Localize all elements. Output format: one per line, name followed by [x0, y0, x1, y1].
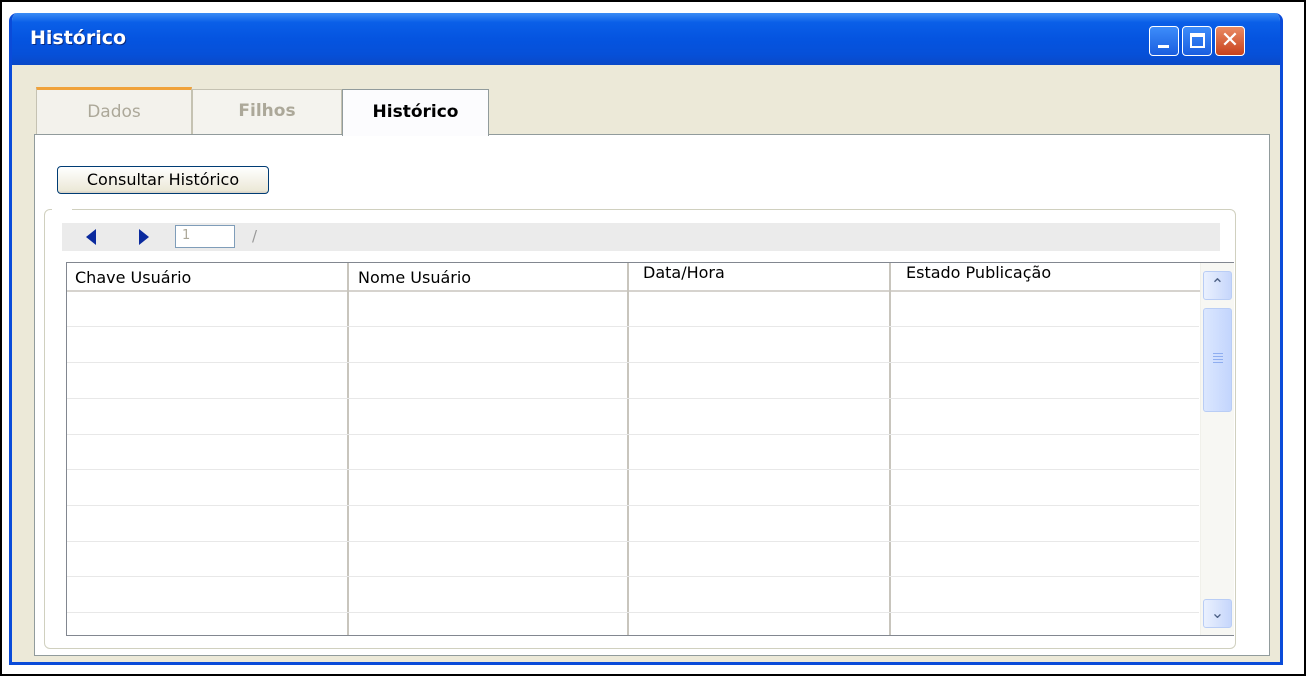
table-row — [67, 398, 1199, 399]
table-row — [67, 505, 1199, 506]
pager-toolbar — [62, 223, 1220, 251]
next-page-icon[interactable] — [139, 229, 149, 245]
chevron-down-icon: ⌄ — [1210, 603, 1225, 622]
maximize-button[interactable] — [1182, 26, 1212, 56]
table-row — [67, 612, 1199, 613]
column-header-estado-publicacao[interactable]: Estado Publicação — [891, 263, 1200, 292]
column-divider[interactable] — [347, 263, 349, 635]
table-row — [67, 541, 1199, 542]
tab-dados[interactable]: Dados — [36, 87, 192, 134]
tab-filhos[interactable]: Filhos — [192, 89, 342, 134]
maximize-icon — [1190, 33, 1205, 48]
column-divider[interactable] — [627, 263, 629, 635]
title-bar[interactable]: Histórico ✕ — [12, 13, 1280, 65]
window-title: Histórico — [30, 27, 127, 49]
vertical-scrollbar[interactable]: ⌃ ⌄ — [1200, 263, 1234, 635]
scrollbar-thumb[interactable] — [1203, 308, 1232, 412]
grip-icon — [1213, 353, 1223, 363]
history-table: Chave Usuário Nome Usuário Data/Hora Est… — [66, 262, 1234, 636]
page-separator: / — [252, 227, 258, 245]
table-row — [67, 434, 1199, 435]
table-row — [67, 576, 1199, 577]
minimize-button[interactable] — [1149, 26, 1179, 56]
consultar-historico-button[interactable]: Consultar Histórico — [57, 166, 269, 194]
table-row — [67, 326, 1199, 327]
previous-page-icon[interactable] — [86, 229, 96, 245]
column-divider[interactable] — [889, 263, 891, 635]
scroll-down-button[interactable]: ⌄ — [1203, 599, 1232, 628]
table-row — [67, 469, 1199, 470]
chevron-up-icon: ⌃ — [1210, 275, 1225, 294]
tab-historico[interactable]: Histórico — [342, 89, 489, 136]
close-button[interactable]: ✕ — [1215, 26, 1245, 56]
group-box-gap — [52, 205, 72, 213]
minimize-icon — [1158, 45, 1169, 48]
scroll-up-button[interactable]: ⌃ — [1203, 271, 1232, 300]
column-header-nome-usuario[interactable]: Nome Usuário — [349, 263, 627, 292]
page-number-input[interactable]: 1 — [175, 225, 235, 248]
column-header-data-hora[interactable]: Data/Hora — [629, 263, 889, 292]
close-icon: ✕ — [1220, 28, 1240, 53]
column-header-chave-usuario[interactable]: Chave Usuário — [67, 263, 347, 292]
table-row — [67, 362, 1199, 363]
